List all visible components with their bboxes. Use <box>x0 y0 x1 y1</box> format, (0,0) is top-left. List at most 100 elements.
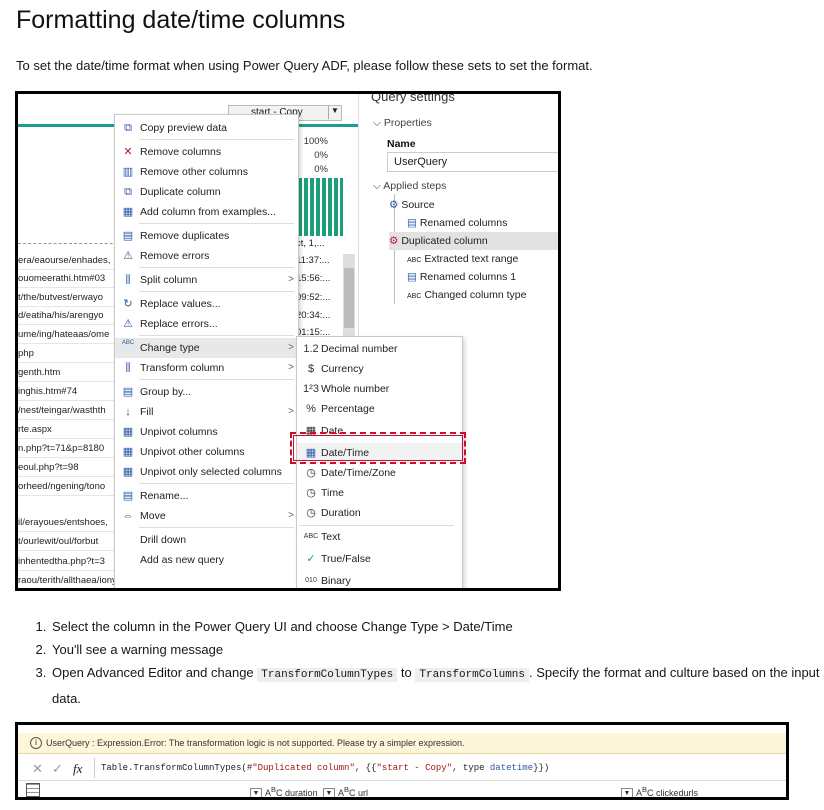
remove-duplicates-icon: ▤ <box>122 230 134 242</box>
menu-item-duplicate-column[interactable]: ⧉ Duplicate column <box>115 182 298 202</box>
submenu-item-text[interactable]: ABC Text <box>297 527 462 547</box>
fill-icon: ↓ <box>125 406 131 418</box>
query-name-input[interactable]: UserQuery <box>387 152 558 172</box>
menu-label: Transform column <box>140 362 225 374</box>
date-cell[interactable]: 09:52:... <box>296 290 346 306</box>
step-changed-column-type[interactable]: ABC Changed column type <box>407 286 526 304</box>
step-label: Source <box>401 199 435 211</box>
step-duplicated-column[interactable]: ⚙ Duplicated column <box>389 232 558 250</box>
instruction-step: Select the column in the Power Query UI … <box>50 615 820 638</box>
submenu-item-currency[interactable]: $ Currency <box>297 359 462 379</box>
remove-columns-icon: ✕ <box>123 146 133 158</box>
menu-label: Fill <box>140 406 154 418</box>
divider <box>139 379 294 380</box>
menu-item-group-by[interactable]: ▤ Group by... <box>115 382 298 402</box>
menu-item-split-column[interactable]: ⫼ Split column > <box>115 270 298 290</box>
datetimezone-icon: ◷ <box>306 467 316 479</box>
text-icon: ABC <box>303 533 319 540</box>
true-false-icon: ✓ <box>306 553 316 565</box>
menu-item-copy-preview[interactable]: ⧉ Copy preview data <box>115 118 298 138</box>
instruction-text: to <box>397 665 416 680</box>
submenu-item-true-false[interactable]: ✓ True/False <box>297 549 462 569</box>
query-settings-title: Query settings <box>371 91 455 104</box>
text-type-icon: ABC <box>338 785 356 798</box>
submenu-label: True/False <box>321 553 371 565</box>
formula-part: }}) <box>533 763 550 773</box>
error-screenshot: i UserQuery : Expression.Error: The tran… <box>15 722 789 800</box>
formula-part: , type <box>452 763 490 773</box>
name-label: Name <box>387 138 416 150</box>
menu-item-transform-column[interactable]: ⫼ Transform column > <box>115 358 298 378</box>
menu-item-fill[interactable]: ↓ Fill > <box>115 402 298 422</box>
check-icon[interactable]: ✓ <box>52 761 63 777</box>
menu-item-remove-columns[interactable]: ✕ Remove columns <box>115 142 298 162</box>
instruction-step: You'll see a warning message <box>50 638 820 661</box>
abc-icon: ABC <box>407 293 422 300</box>
power-query-screenshot: start - Copy ▼ 100% 0% 0% ct, 1,... era/… <box>15 91 561 591</box>
properties-section[interactable]: ⌵ Properties <box>373 117 432 130</box>
step-label: Duplicated column <box>401 235 488 247</box>
submenu-item-datetimezone[interactable]: ◷ Date/Time/Zone <box>297 463 462 483</box>
whole-number-icon: 1²3 <box>303 383 319 395</box>
menu-label: Move <box>140 510 166 522</box>
menu-item-add-column-from-examples[interactable]: ▦ Add column from examples... <box>115 202 298 222</box>
menu-item-remove-errors[interactable]: ⚠ Remove errors <box>115 246 298 266</box>
menu-item-unpivot-selected[interactable]: ▦ Unpivot only selected columns <box>115 462 298 482</box>
menu-item-remove-other-columns[interactable]: ▥ Remove other columns <box>115 162 298 182</box>
divider <box>139 139 294 140</box>
code-transform-column-types: TransformColumnTypes <box>257 668 398 682</box>
step-source[interactable]: ⚙ Source <box>389 196 435 214</box>
formula-bar: ✕ ✓ fx Table.TransformColumnTypes(#"Dupl… <box>18 758 786 781</box>
column-header-duration[interactable]: ▼ ABC duration <box>250 783 318 797</box>
chevron-down-icon[interactable]: ▼ <box>328 106 341 119</box>
properties-label: Properties <box>383 117 432 129</box>
cancel-icon[interactable]: ✕ <box>32 761 43 777</box>
menu-item-replace-values[interactable]: ↻ Replace values... <box>115 294 298 314</box>
submenu-item-decimal[interactable]: 1.2 Decimal number <box>297 339 462 359</box>
add-column-icon: ▦ <box>122 206 134 218</box>
menu-item-drill-down[interactable]: Drill down <box>115 530 298 550</box>
step-renamed-columns-1[interactable]: ▤ Renamed columns 1 <box>407 268 516 286</box>
chevron-right-icon: > <box>288 510 294 521</box>
date-cell[interactable]: 20:34:... <box>296 308 346 324</box>
menu-item-unpivot-columns[interactable]: ▦ Unpivot columns <box>115 422 298 442</box>
menu-label: Remove duplicates <box>140 230 230 242</box>
step-extracted-text-range[interactable]: ABC Extracted text range <box>407 250 518 268</box>
formula-part: , {{ <box>354 763 377 773</box>
chevron-down-icon[interactable]: ▼ <box>621 787 633 797</box>
menu-label: Remove errors <box>140 250 210 262</box>
instruction-step: Open Advanced Editor and change Transfor… <box>50 661 820 710</box>
submenu-item-time[interactable]: ◷ Time <box>297 483 462 503</box>
menu-item-rename[interactable]: ▤ Rename... <box>115 486 298 506</box>
date-cell[interactable]: 11:37:... <box>296 253 346 269</box>
menu-item-change-type[interactable]: ABC Change type > <box>115 338 298 358</box>
text-type-icon: ABC <box>636 785 654 798</box>
divider <box>139 267 294 268</box>
warning-text: UserQuery : Expression.Error: The transf… <box>46 738 465 748</box>
gear-icon[interactable]: ⚙ <box>389 199 398 211</box>
submenu-item-binary[interactable]: 010 Binary <box>297 571 462 588</box>
chevron-down-icon[interactable]: ▼ <box>250 787 262 797</box>
formula-input[interactable]: Table.TransformColumnTypes(#"Duplicated … <box>94 758 786 778</box>
chevron-right-icon: > <box>288 362 294 373</box>
applied-steps-section[interactable]: ⌵ Applied steps <box>373 180 446 193</box>
submenu-item-percentage[interactable]: % Percentage <box>297 399 462 419</box>
submenu-item-whole-number[interactable]: 1²3 Whole number <box>297 379 462 399</box>
menu-item-move[interactable]: ⇔ Move > <box>115 506 298 526</box>
group-by-icon: ▤ <box>122 386 134 398</box>
scrollbar-thumb[interactable] <box>344 268 354 328</box>
menu-item-unpivot-other-columns[interactable]: ▦ Unpivot other columns <box>115 442 298 462</box>
column-header-clickedurls[interactable]: ▼ ABC clickedurls <box>621 783 698 797</box>
divider <box>139 223 294 224</box>
instruction-list: Select the column in the Power Query UI … <box>30 615 820 710</box>
table-icon[interactable] <box>26 783 40 797</box>
menu-item-add-as-new-query[interactable]: Add as new query <box>115 550 298 570</box>
gear-icon[interactable]: ⚙ <box>389 235 398 247</box>
chevron-down-icon[interactable]: ▼ <box>323 787 335 797</box>
column-header-url[interactable]: ▼ ABC url <box>323 783 368 797</box>
menu-item-replace-errors[interactable]: ⚠ Replace errors... <box>115 314 298 334</box>
step-renamed-columns[interactable]: ▤ Renamed columns <box>407 214 507 232</box>
submenu-item-duration[interactable]: ◷ Duration <box>297 503 462 523</box>
menu-item-remove-duplicates[interactable]: ▤ Remove duplicates <box>115 226 298 246</box>
date-cell[interactable]: 15:56:... <box>296 271 346 287</box>
